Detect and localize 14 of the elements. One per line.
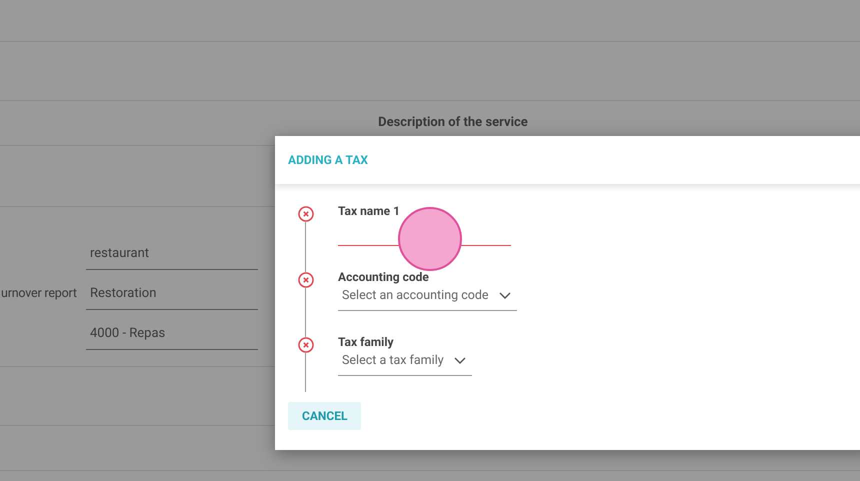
cancel-button[interactable]: CANCEL (288, 402, 362, 430)
step-label: Accounting code (338, 270, 430, 284)
select-field[interactable]: Select a tax family (338, 352, 472, 376)
chevron-down-icon (454, 357, 466, 366)
step-label: Tax name 1 (338, 204, 401, 218)
text-field[interactable]: Restoration (86, 284, 258, 310)
select-field[interactable]: Select an accounting code (338, 287, 517, 311)
field-label: urnover report (1, 285, 77, 304)
dialog-title: ADDING A TAX (288, 152, 368, 169)
column-header: Description of the service (378, 114, 528, 132)
text-field[interactable]: restaurant (86, 244, 258, 270)
step-label: Tax family (338, 335, 395, 349)
text-field[interactable]: 4000 - Repas (86, 324, 258, 350)
chevron-down-icon (498, 292, 511, 300)
